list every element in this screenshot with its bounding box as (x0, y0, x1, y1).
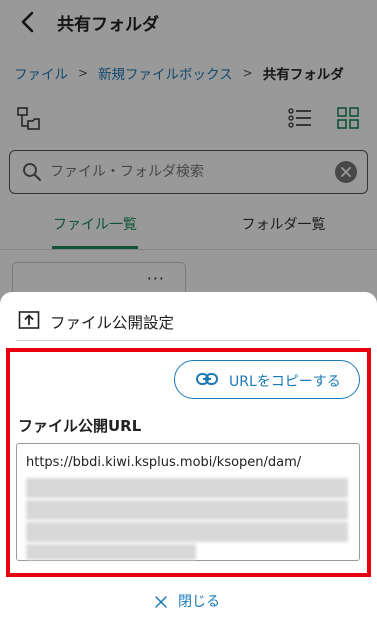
share-upload-icon (18, 310, 40, 330)
sheet-divider (16, 340, 360, 341)
redacted-url-line (26, 500, 348, 520)
copy-url-button[interactable]: URLをコピーする (174, 360, 360, 399)
redacted-url-line (26, 544, 196, 560)
redacted-url-line (26, 478, 348, 498)
sheet-header: ファイル公開設定 (0, 292, 377, 344)
redacted-url-line (26, 522, 348, 542)
copy-url-label: URLをコピーする (229, 374, 341, 390)
file-publish-sheet: ファイル公開設定 URLをコピーする ファイル公開URL https://bbd… (0, 292, 377, 642)
link-icon (196, 371, 218, 387)
url-heading: ファイル公開URL (18, 417, 142, 435)
screen: 共有フォルダ ファイル > 新規ファイルボックス > 共有フォルダ ファイル・フ… (0, 0, 377, 642)
public-url-text: https://bbdi.kiwi.ksplus.mobi/ksopen/dam… (26, 455, 302, 470)
public-url-field[interactable]: https://bbdi.kiwi.ksplus.mobi/ksopen/dam… (16, 443, 360, 561)
close-icon (154, 594, 168, 608)
close-label: 閉じる (178, 594, 220, 610)
close-button[interactable]: 閉じる (140, 590, 240, 614)
sheet-title: ファイル公開設定 (50, 314, 175, 332)
